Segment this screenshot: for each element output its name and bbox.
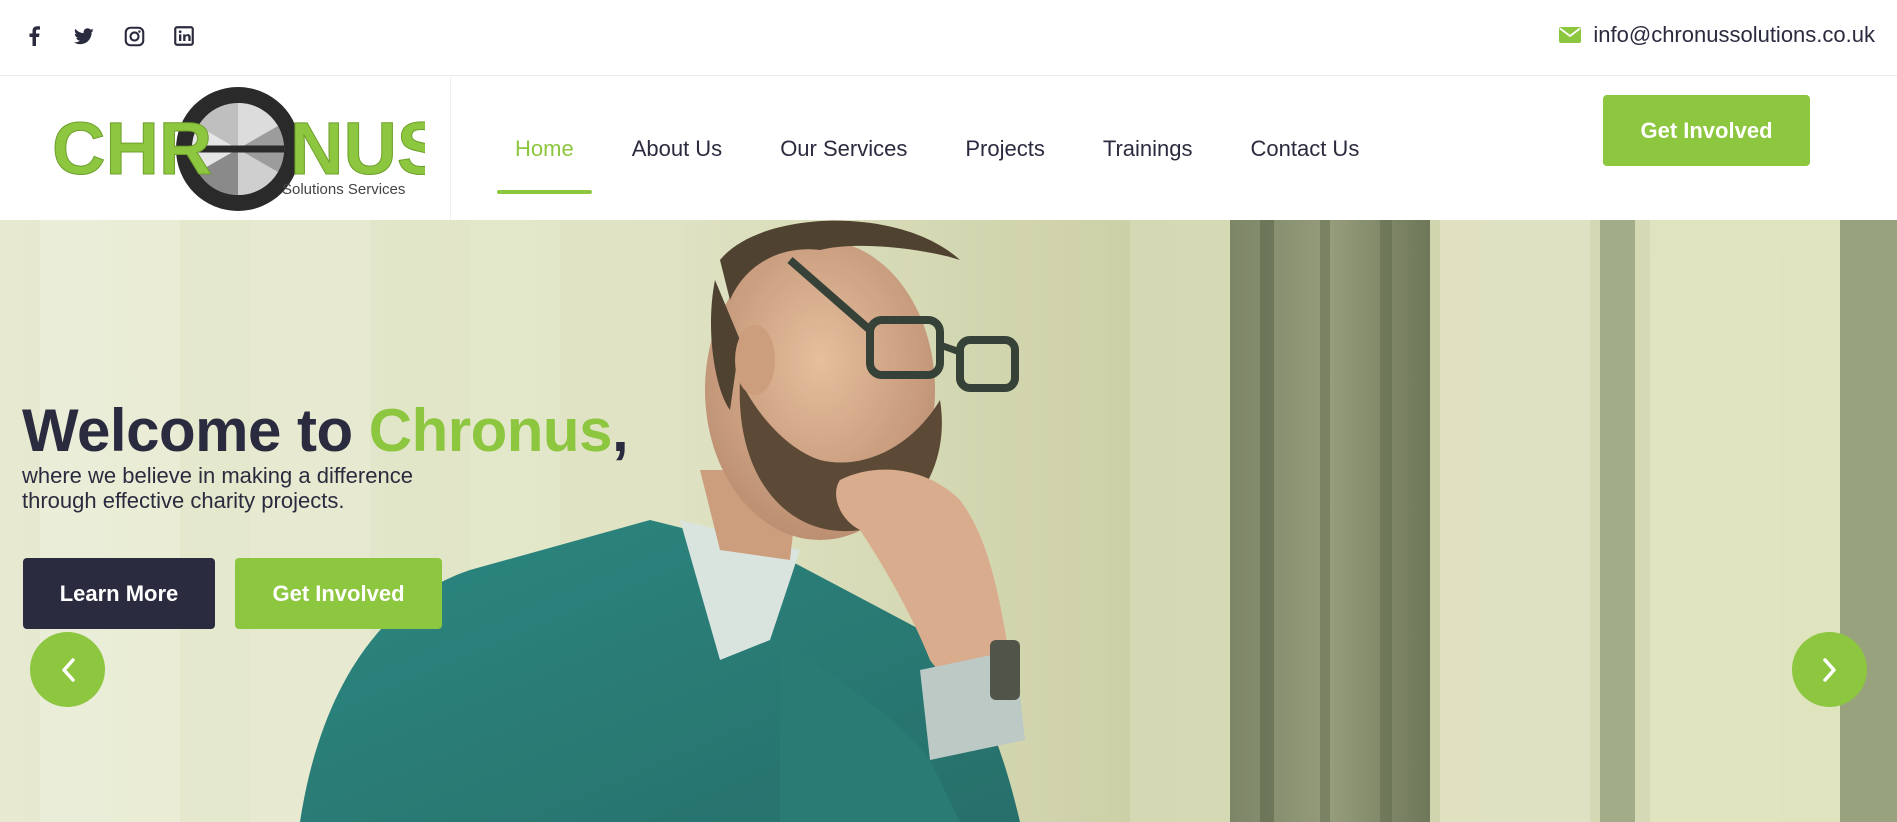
contact-email[interactable]: info@chronussolutions.co.uk [1559,22,1875,48]
hero-title-brand: Chronus [368,397,613,464]
envelope-icon [1559,27,1582,43]
nav-our-services[interactable]: Our Services [762,77,925,220]
instagram-icon[interactable] [122,24,146,48]
nav-trainings[interactable]: Trainings [1085,77,1211,220]
logo-tagline: Solutions Services [282,181,405,198]
chevron-right-icon [1822,657,1836,682]
social-links [22,24,196,48]
slider-next-button[interactable] [1792,632,1867,707]
learn-more-button[interactable]: Learn More [23,558,215,629]
get-involved-button-hero[interactable]: Get Involved [235,558,442,629]
email-address[interactable]: info@chronussolutions.co.uk [1593,22,1875,48]
chronus-logo[interactable]: CHR NUS Solutions Services [50,84,447,214]
hero-subtitle-line-2: through effective charity projects. [22,488,345,513]
nav-about-us[interactable]: About Us [614,77,741,220]
chevron-left-icon [61,657,75,682]
hero-title-suffix: , [611,397,629,464]
logo-divider [450,77,451,220]
hero-subtitle-line-1: where we believe in making a difference [22,463,413,488]
nav-contact-us[interactable]: Contact Us [1233,77,1378,220]
hero-slider: Welcome to Chronus, where we believe in … [0,220,1897,822]
twitter-icon[interactable] [72,24,96,48]
logo-text-left: CHR [52,107,212,190]
hero-title-prefix: Welcome to [22,397,369,464]
nav-projects[interactable]: Projects [947,77,1062,220]
get-involved-button-header[interactable]: Get Involved [1603,95,1810,166]
top-bar: info@chronussolutions.co.uk [0,0,1897,76]
slider-prev-button[interactable] [30,632,105,707]
hero-overlay [0,220,1897,822]
hero-title: Welcome to Chronus, [22,396,629,465]
nav-home[interactable]: Home [497,77,592,220]
logo-text-right: NUS [290,107,425,190]
main-nav: Home About Us Our Services Projects Trai… [497,77,1399,220]
linkedin-icon[interactable] [172,24,196,48]
main-header: CHR NUS Solutions Services Home About Us… [0,77,1897,220]
facebook-icon[interactable] [22,24,46,48]
hero-subtitle: where we believe in making a difference … [22,463,482,513]
